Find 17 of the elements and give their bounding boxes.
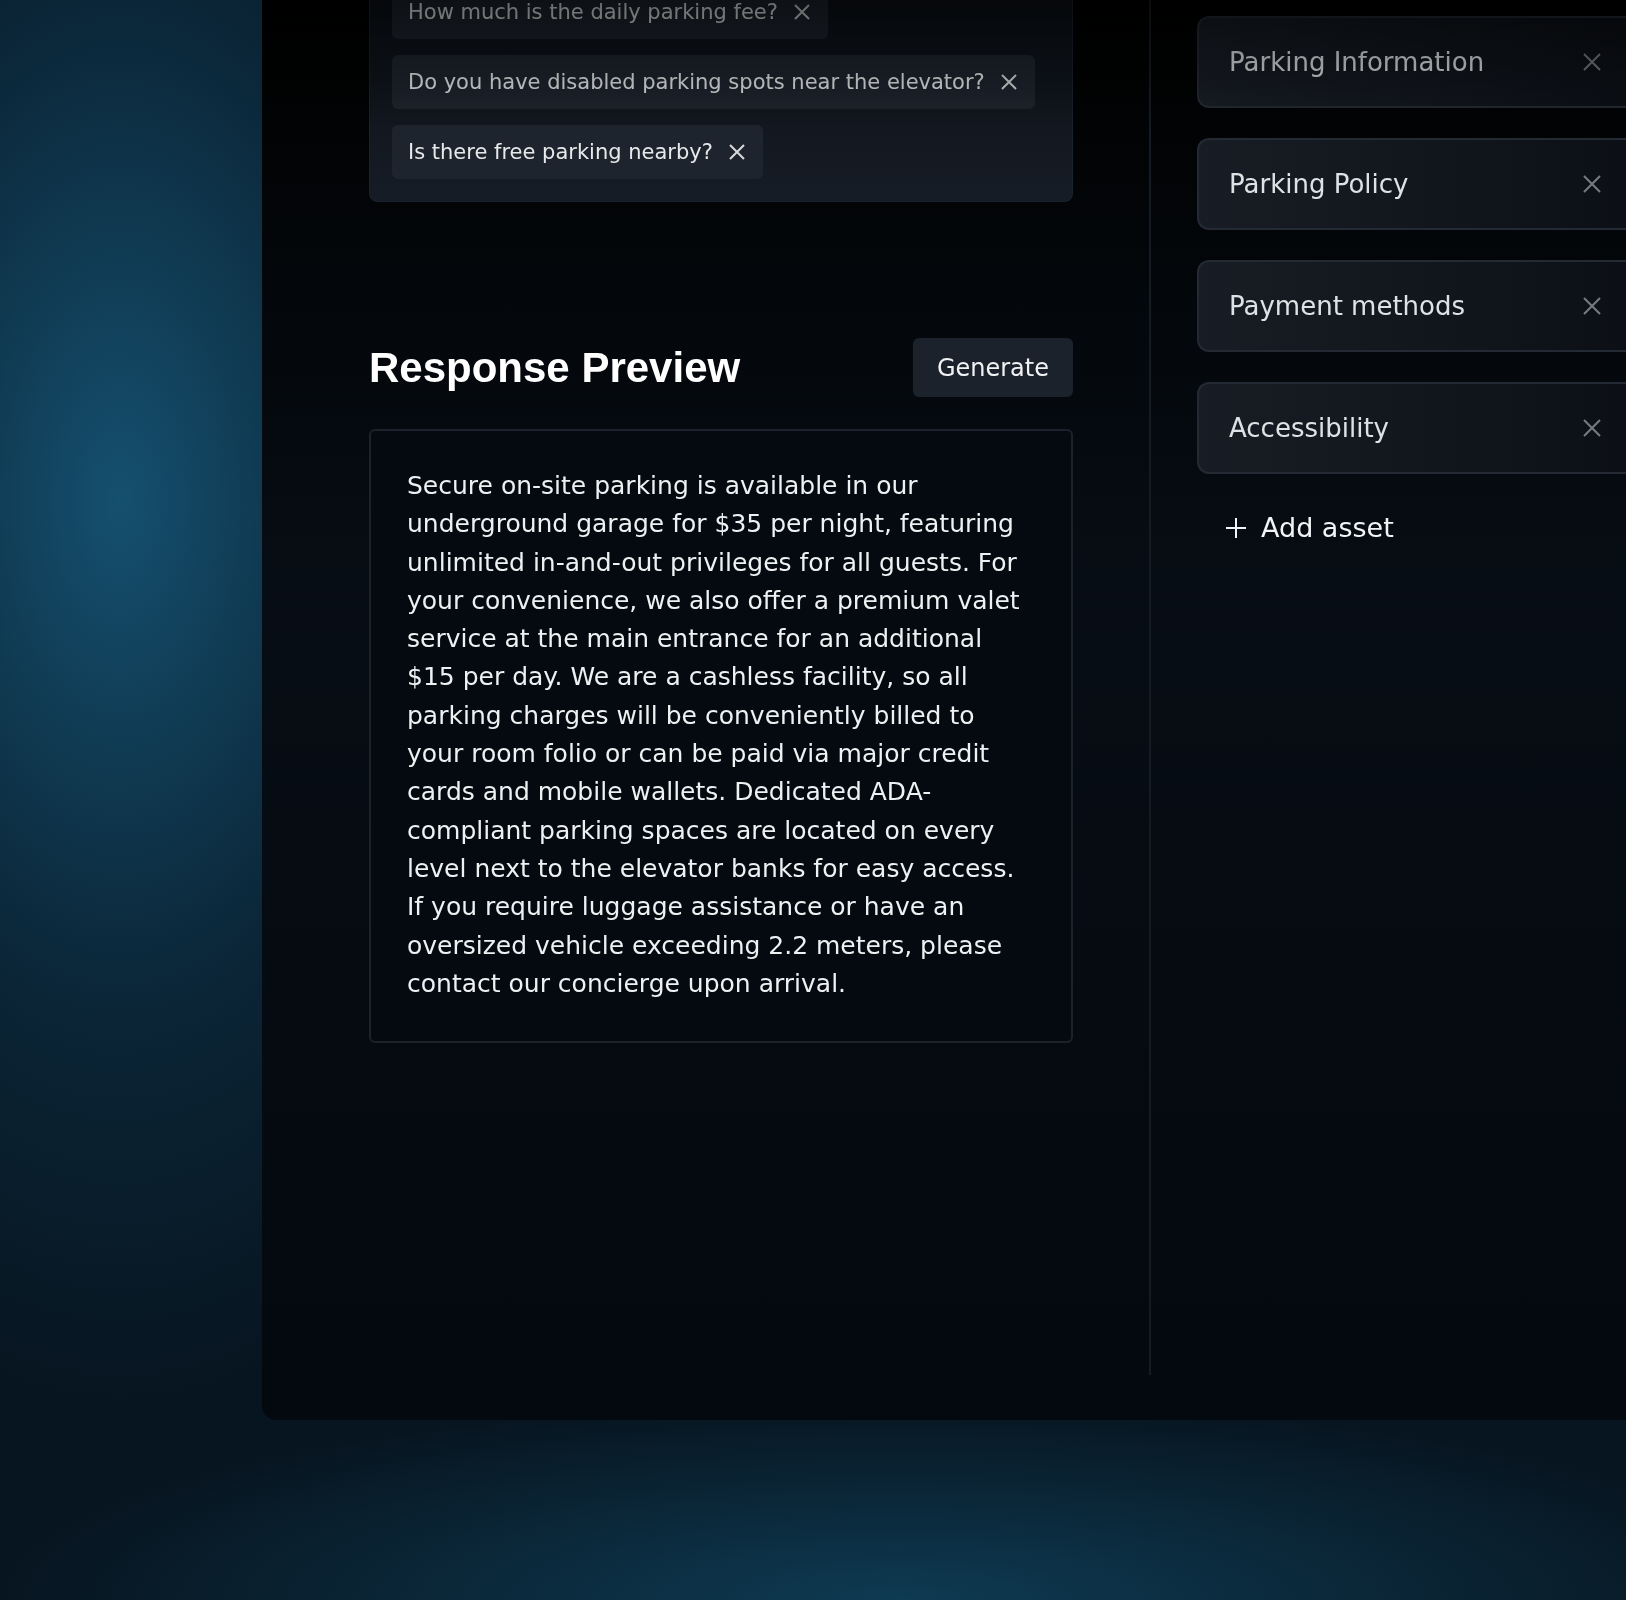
generate-button[interactable]: Generate — [912, 338, 1073, 397]
asset-label: Payment methods — [1229, 291, 1466, 321]
close-icon[interactable] — [1582, 174, 1602, 194]
add-asset-button[interactable]: Add asset — [1225, 512, 1394, 543]
asset-label: Accessibility — [1229, 413, 1389, 443]
question-text: Is there free parking nearby? — [408, 140, 713, 164]
close-icon[interactable] — [1582, 296, 1602, 316]
question-text: How much is the daily parking fee? — [408, 0, 778, 24]
asset-label: Parking Information — [1229, 47, 1485, 77]
response-text: Secure on-site parking is available in our underground garage for $35 per night, featuring unlimited in-and-out privileges for all guests. For your convenience, we also offer a premium valet service at the main entrance for an additional $15 per day. We are a cashless facility, so all parking charges will be conveniently billed to your room folio or can be paid via major credit cards and mobile wallets. Dedicated ADA-compliant parking spaces are located on every level next to the elevator banks for easy access. If you require luggage assistance or have an oversized vehicle exceeding 2.2 meters, please contact our concierge upon arrival. — [407, 470, 1021, 1000]
close-icon[interactable] — [998, 72, 1019, 92]
close-icon[interactable] — [1582, 418, 1602, 438]
question-text: Do you have disabled parking spots near the elevator? — [408, 70, 985, 94]
section-title: Response Preview — [369, 343, 741, 392]
asset-label: Parking Policy — [1229, 169, 1409, 199]
plus-icon — [1225, 516, 1247, 539]
close-icon[interactable] — [726, 142, 747, 162]
